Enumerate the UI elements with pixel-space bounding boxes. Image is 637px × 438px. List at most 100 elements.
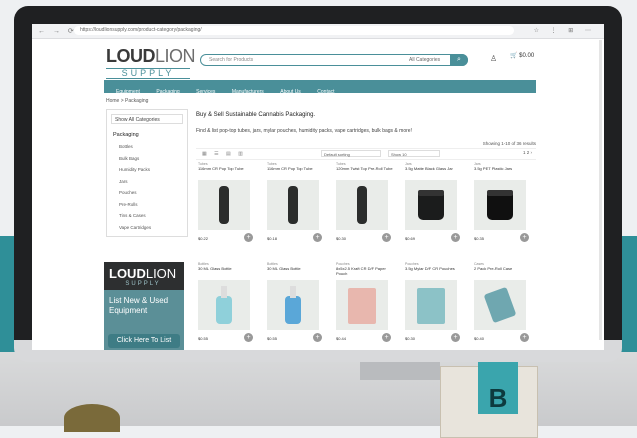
- cart-button[interactable]: 🛒 $0.00: [510, 52, 534, 59]
- product-shape: [418, 190, 444, 220]
- browser-toolbar: ← → ⟳ https://loudlionsupply.com/product…: [32, 24, 604, 39]
- product-shape: [216, 286, 232, 324]
- sidebar-item-humidity-packs[interactable]: Humidity Packs: [119, 167, 151, 179]
- add-to-cart-button[interactable]: +: [520, 233, 529, 242]
- search-button[interactable]: ⌕: [450, 54, 468, 66]
- product-card[interactable]: Bottles 30 ML Glass Bottle $0.55 +: [265, 262, 327, 346]
- page-title: Buy & Sell Sustainable Cannabis Packagin…: [196, 112, 316, 118]
- click-here-to-list-button[interactable]: Click Here To List: [108, 334, 180, 348]
- product-name[interactable]: 120mm Twist Top Pre-Roll Tube: [336, 166, 394, 171]
- product-price: $0.35: [474, 236, 485, 241]
- product-image[interactable]: [405, 180, 457, 230]
- sidebar-item-tins-cases[interactable]: Tins & Cases: [119, 213, 151, 225]
- product-card[interactable]: Tubes 120mm Twist Top Pre-Roll Tube $0.30 +: [334, 162, 396, 246]
- sidebar-item-pouches[interactable]: Pouches: [119, 190, 151, 202]
- product-card[interactable]: Jars 3.5g Matte Black Glass Jar $0.69 +: [403, 162, 465, 246]
- breadcrumb[interactable]: Home > Packaging: [106, 98, 148, 104]
- product-price: $0.69: [405, 236, 416, 241]
- sort-select[interactable]: Default sorting: [321, 150, 381, 157]
- product-name[interactable]: 116mm CR Pop Top Tube: [267, 166, 325, 171]
- product-card[interactable]: Bottles 30 ML Glass Bottle $0.55 +: [196, 262, 258, 346]
- browser-nav-icons[interactable]: ← → ⟳: [38, 27, 77, 35]
- product-card[interactable]: Cases 2 Pack Pre-Roll Case $0.40 +: [472, 262, 534, 346]
- add-to-cart-button[interactable]: +: [313, 233, 322, 242]
- product-name[interactable]: 30 ML Glass Bottle: [198, 266, 256, 271]
- search-bar[interactable]: Search for Products All Categories ⌕: [200, 54, 468, 66]
- product-name[interactable]: 2 Pack Pre-Roll Case: [474, 266, 532, 271]
- nav-item-manufacturers[interactable]: Manufacturers: [232, 86, 264, 99]
- pagination[interactable]: 1 2 ›: [523, 150, 532, 155]
- product-name[interactable]: 3.5g Matte Black Glass Jar: [405, 166, 463, 171]
- promo-logo-subtitle: SUPPLY: [125, 281, 161, 287]
- show-all-categories-button[interactable]: Show All Categories: [111, 114, 183, 124]
- product-shape: [288, 186, 298, 224]
- product-shape: [487, 190, 513, 220]
- nav-item-services[interactable]: Services: [196, 86, 215, 99]
- product-card[interactable]: Tubes 116mm CR Pop Top Tube $0.22 +: [196, 162, 258, 246]
- product-image[interactable]: [474, 180, 526, 230]
- add-to-cart-button[interactable]: +: [382, 233, 391, 242]
- product-name[interactable]: 3.5g PET Plastic Jars: [474, 166, 532, 171]
- user-account-icon[interactable]: ♙: [490, 54, 497, 63]
- product-card[interactable]: Tubes 116mm CR Pop Top Tube $0.18 +: [265, 162, 327, 246]
- product-image[interactable]: [474, 280, 526, 330]
- product-shape: [484, 287, 516, 323]
- page-scrollbar[interactable]: [599, 40, 602, 340]
- sidebar-item-bottles[interactable]: Bottles: [119, 144, 151, 156]
- product-image[interactable]: [336, 180, 388, 230]
- logo-subtitle: SUPPLY: [106, 68, 190, 79]
- sidebar-item-bulk-bags[interactable]: Bulk Bags: [119, 156, 151, 168]
- search-input[interactable]: Search for Products: [209, 57, 253, 63]
- browser-tool-icons[interactable]: ☆ ⋮ ⊞ ⋯: [534, 27, 596, 34]
- category-sidebar: Show All Categories Packaging Bottles Bu…: [106, 109, 188, 237]
- product-shape: [348, 288, 376, 324]
- promo-text: List New & Used Equipment: [109, 296, 169, 315]
- per-page-select[interactable]: Show 10: [388, 150, 440, 157]
- product-name[interactable]: 3.5g Mylar D/F CR Pouches: [405, 266, 463, 271]
- product-price: $0.22: [198, 236, 209, 241]
- list-equipment-promo: LOUDLION SUPPLY List New & Used Equipmen…: [104, 262, 184, 350]
- add-to-cart-button[interactable]: +: [382, 333, 391, 342]
- product-price: $0.30: [405, 336, 416, 341]
- site-logo[interactable]: LOUDLION SUPPLY: [106, 46, 196, 82]
- product-name[interactable]: 8x5x2.5 Kraft CR D/F Paper Pouch: [336, 266, 394, 276]
- nav-item-about[interactable]: About Us: [280, 86, 301, 99]
- add-to-cart-button[interactable]: +: [244, 333, 253, 342]
- product-shape: [417, 288, 445, 324]
- add-to-cart-button[interactable]: +: [313, 333, 322, 342]
- add-to-cart-button[interactable]: +: [244, 233, 253, 242]
- nav-item-packaging[interactable]: Packaging: [156, 86, 179, 99]
- product-image[interactable]: [198, 180, 250, 230]
- product-shape: [219, 186, 229, 224]
- product-image[interactable]: [267, 180, 319, 230]
- sidebar-item-jars[interactable]: Jars: [119, 179, 151, 191]
- sidebar-item-pre-rolls[interactable]: Pre-Rolls: [119, 202, 151, 214]
- product-shape: [285, 286, 301, 324]
- product-image[interactable]: [198, 280, 250, 330]
- product-card[interactable]: Jars 3.5g PET Plastic Jars $0.35 +: [472, 162, 534, 246]
- product-shape: [357, 186, 367, 224]
- product-name[interactable]: 30 ML Glass Bottle: [267, 266, 325, 271]
- product-card[interactable]: Pouches 3.5g Mylar D/F CR Pouches $0.30 +: [403, 262, 465, 346]
- product-image[interactable]: [336, 280, 388, 330]
- product-name[interactable]: 116mm CR Pop Top Tube: [198, 166, 256, 171]
- cannabis-bud-prop: [64, 404, 120, 432]
- view-mode-icons[interactable]: ▦ ☰ ▤ ▥: [202, 151, 246, 157]
- promo-logo-wordmark: LOUDLION: [109, 266, 177, 281]
- sidebar-item-vape-cartridges[interactable]: Vape Cartridges: [119, 225, 151, 237]
- sidebar-category-list: Bottles Bulk Bags Humidity Packs Jars Po…: [119, 144, 151, 236]
- main-navigation: Equipment Packaging Services Manufacture…: [104, 80, 536, 95]
- product-image[interactable]: [405, 280, 457, 330]
- results-count: Showing 1-10 of 36 results: [482, 141, 536, 146]
- add-to-cart-button[interactable]: +: [520, 333, 529, 342]
- promo-logo: LOUDLION SUPPLY: [104, 262, 184, 290]
- sidebar-section-packaging[interactable]: Packaging: [113, 132, 139, 138]
- add-to-cart-button[interactable]: +: [451, 233, 460, 242]
- nav-item-contact[interactable]: Contact: [317, 86, 334, 99]
- search-category-select[interactable]: All Categories: [409, 57, 440, 63]
- address-bar[interactable]: https://loudlionsupply.com/product-categ…: [74, 26, 514, 35]
- add-to-cart-button[interactable]: +: [451, 333, 460, 342]
- product-card[interactable]: Pouches 8x5x2.5 Kraft CR D/F Paper Pouch $…: [334, 262, 396, 346]
- product-image[interactable]: [267, 280, 319, 330]
- product-price: $0.44: [336, 336, 347, 341]
